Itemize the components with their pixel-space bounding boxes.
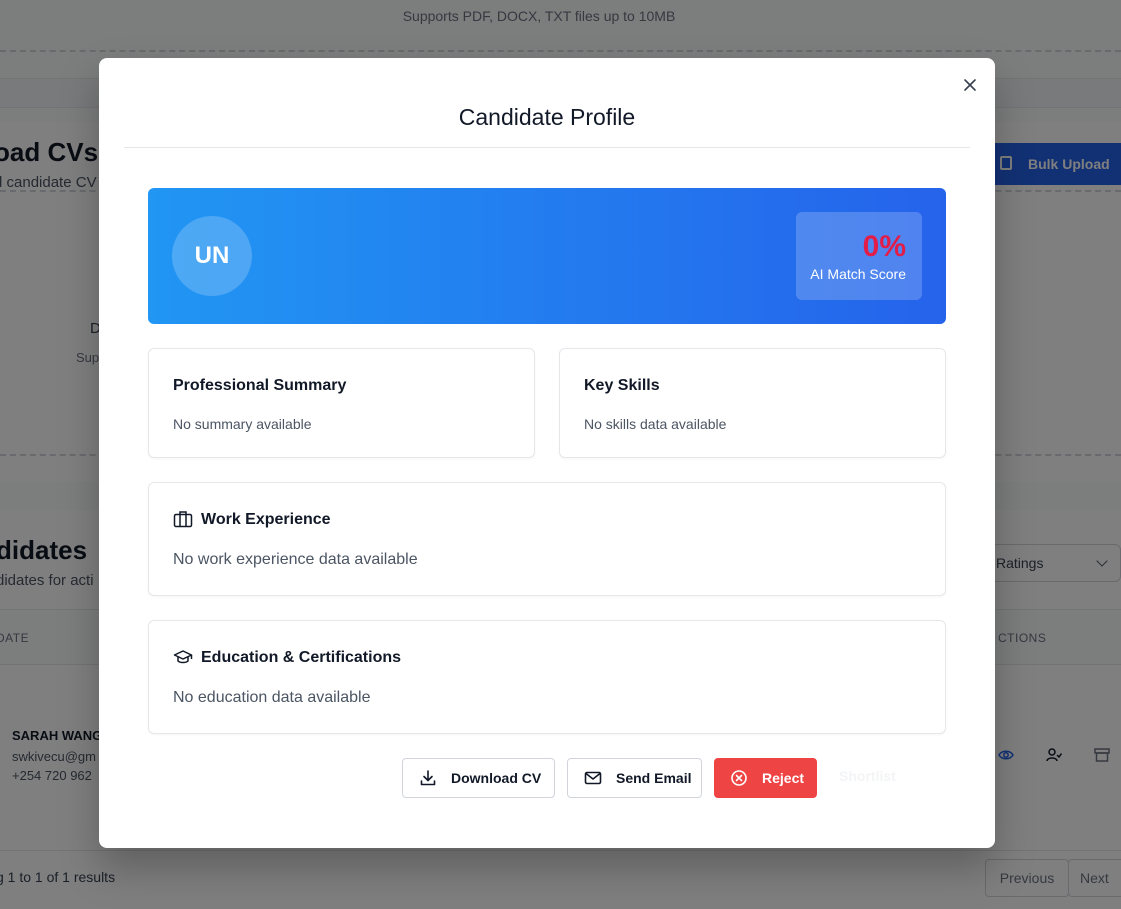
candidate-hero-banner: UN 0% AI Match Score — [148, 188, 946, 324]
reject-label: Reject — [762, 770, 805, 786]
shortlist-button[interactable]: Shortlist — [839, 768, 896, 784]
work-experience-card: Work Experience No work experience data … — [148, 482, 946, 596]
x-circle-icon — [731, 770, 747, 786]
professional-summary-card: Professional Summary No summary availabl… — [148, 348, 535, 458]
download-cv-button[interactable]: Download CV — [402, 758, 555, 798]
download-cv-label: Download CV — [451, 770, 542, 786]
reject-button[interactable]: Reject — [714, 758, 817, 798]
key-skills-text: No skills data available — [584, 416, 727, 432]
send-email-label: Send Email — [616, 770, 692, 786]
ai-match-score-label: AI Match Score — [810, 266, 906, 282]
avatar: UN — [172, 216, 252, 296]
professional-summary-title: Professional Summary — [173, 377, 347, 394]
education-text: No education data available — [173, 689, 371, 706]
modal-divider — [124, 147, 970, 148]
mail-icon — [584, 771, 602, 785]
briefcase-icon — [173, 511, 193, 528]
graduation-cap-icon — [173, 650, 193, 664]
ai-match-score-value: 0% — [862, 230, 906, 263]
send-email-button[interactable]: Send Email — [567, 758, 702, 798]
key-skills-title: Key Skills — [584, 377, 660, 394]
close-icon — [964, 79, 976, 91]
candidate-profile-modal: Candidate Profile UN 0% AI Match Score P… — [99, 58, 995, 848]
work-experience-title: Work Experience — [201, 511, 331, 528]
ai-match-score-box: 0% AI Match Score — [796, 212, 922, 300]
education-title: Education & Certifications — [201, 649, 402, 666]
key-skills-card: Key Skills No skills data available — [559, 348, 946, 458]
download-icon — [420, 770, 436, 786]
modal-title: Candidate Profile — [458, 104, 636, 130]
work-experience-text: No work experience data available — [173, 551, 418, 568]
education-card: Education & Certifications No education … — [148, 620, 946, 734]
professional-summary-text: No summary available — [173, 416, 312, 432]
close-button[interactable] — [959, 74, 981, 96]
